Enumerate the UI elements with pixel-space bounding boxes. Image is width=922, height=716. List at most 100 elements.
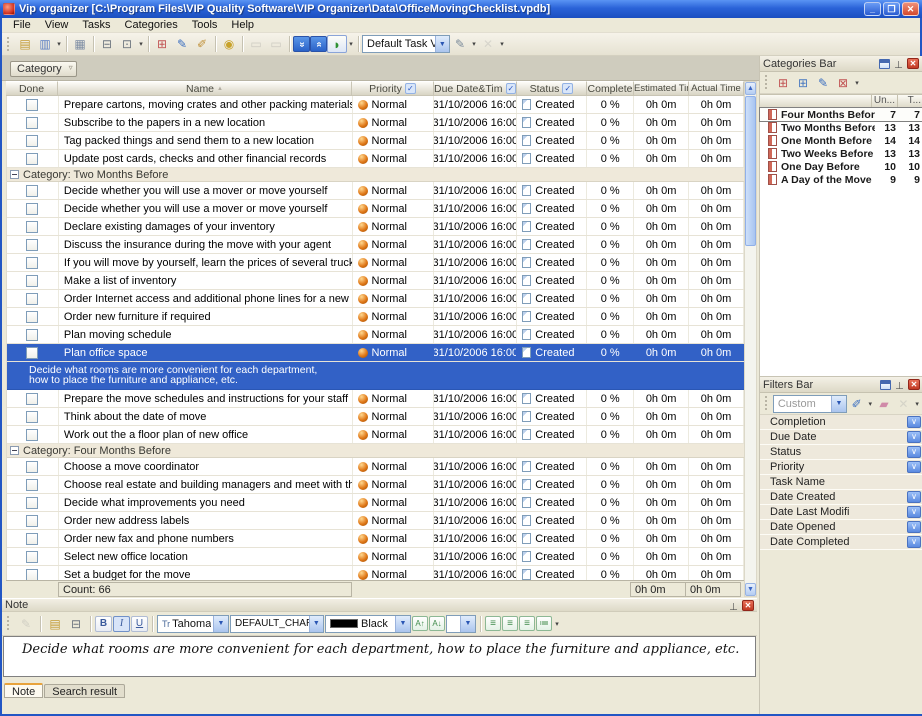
category-item[interactable]: One Month Before1414 — [760, 134, 922, 147]
category-item[interactable]: A Day of the Move99 — [760, 173, 922, 186]
column-header-complete[interactable]: Complete — [587, 81, 634, 96]
print-icon[interactable] — [97, 35, 117, 53]
bold-button[interactable]: B — [95, 616, 112, 632]
combo-arrow-icon[interactable] — [213, 616, 228, 632]
filter-row[interactable]: Date Created — [760, 490, 922, 505]
category-group-row[interactable]: Category: Four Months Before — [7, 444, 744, 458]
title-bar[interactable]: Vip organizer [C:\Program Files\VIP Qual… — [0, 0, 922, 18]
print-note-icon[interactable] — [66, 615, 86, 633]
scroll-up-icon[interactable] — [745, 82, 756, 95]
task-checkbox[interactable] — [26, 257, 38, 269]
task-view-combo[interactable]: Default Task V — [362, 35, 450, 53]
filter-row[interactable]: Status — [760, 445, 922, 460]
font-color-combo[interactable]: Black — [325, 615, 411, 633]
priority-filter-icon[interactable] — [405, 83, 416, 94]
filters-toolbar-overflow-icon[interactable] — [913, 400, 921, 408]
filter-expand-icon[interactable] — [907, 446, 921, 458]
edit-note-icon[interactable] — [16, 615, 36, 633]
categories-name-header[interactable] — [760, 95, 871, 107]
filter-row[interactable]: Date Opened — [760, 520, 922, 535]
scrollbar-thumb[interactable] — [745, 96, 756, 246]
categories-toolbar-overflow-icon[interactable] — [853, 79, 861, 87]
category-item[interactable]: Two Weeks Before1313 — [760, 147, 922, 160]
categories-bar-header[interactable]: Categories Bar — [760, 56, 922, 72]
task-row[interactable]: Select new office locationNormal31/10/20… — [7, 548, 744, 566]
task-checkbox[interactable] — [26, 293, 38, 305]
task-checkbox[interactable] — [26, 153, 38, 165]
menu-help[interactable]: Help — [224, 19, 261, 31]
column-header-done[interactable]: Done — [6, 81, 58, 96]
increase-font-icon[interactable]: A↑ — [412, 616, 428, 631]
filter-row[interactable]: Priority — [760, 460, 922, 475]
save-icon[interactable] — [70, 35, 90, 53]
collapse-group-icon[interactable] — [10, 170, 19, 179]
task-row[interactable]: Plan moving scheduleNormal31/10/2006 16:… — [7, 326, 744, 344]
filter-preset-combo[interactable]: Custom — [773, 395, 847, 413]
bullet-list-icon[interactable] — [536, 616, 552, 631]
task-row[interactable]: Think about the date of moveNormal31/10/… — [7, 408, 744, 426]
note-toolbar-overflow-icon[interactable] — [553, 620, 561, 628]
tab-search-result[interactable]: Search result — [44, 684, 125, 698]
task-checkbox[interactable] — [26, 515, 38, 527]
category-group-row[interactable]: Category: Two Months Before — [7, 168, 744, 182]
task-checkbox[interactable] — [26, 275, 38, 287]
print-preview-icon[interactable] — [117, 35, 137, 53]
column-header-status[interactable]: Status — [517, 81, 587, 96]
menu-tasks[interactable]: Tasks — [75, 19, 117, 31]
font-size-combo[interactable] — [446, 615, 476, 633]
current-view-icon[interactable] — [327, 35, 347, 53]
task-checkbox[interactable] — [26, 533, 38, 545]
tab-note[interactable]: Note — [4, 683, 43, 698]
collapse-group-icon[interactable] — [10, 446, 19, 455]
pin-icon[interactable] — [894, 379, 905, 390]
task-checkbox[interactable] — [26, 117, 38, 129]
task-checkbox[interactable] — [26, 551, 38, 563]
filter-row[interactable]: Completion — [760, 415, 922, 430]
column-header-estimated[interactable]: Estimated Time — [634, 81, 689, 96]
dock-icon[interactable] — [879, 59, 890, 69]
edit-task-icon[interactable] — [172, 35, 192, 53]
task-row[interactable]: Update post cards, checks and other fina… — [7, 150, 744, 168]
combo-arrow-icon[interactable] — [460, 616, 475, 632]
panel-close-icon[interactable] — [742, 600, 754, 611]
pin-icon[interactable] — [728, 600, 739, 611]
combo-arrow-icon[interactable] — [435, 36, 449, 52]
print-dropdown-icon[interactable] — [137, 40, 145, 48]
minimize-button[interactable]: _ — [864, 2, 881, 16]
delete-view-icon[interactable] — [478, 35, 498, 53]
task-checkbox[interactable] — [26, 347, 38, 359]
task-checkbox[interactable] — [26, 185, 38, 197]
task-checkbox[interactable] — [26, 461, 38, 473]
next-icon[interactable] — [266, 35, 286, 53]
column-header-priority[interactable]: Priority — [352, 81, 434, 96]
filter-expand-icon[interactable] — [907, 521, 921, 533]
char-style-combo[interactable]: DEFAULT_CHAR — [230, 615, 324, 633]
grid-vertical-scrollbar[interactable] — [744, 81, 757, 597]
note-panel-header[interactable]: Note — [2, 598, 757, 612]
new-task-icon[interactable] — [152, 35, 172, 53]
apply-view-icon[interactable] — [450, 35, 470, 53]
group-by-category-chip[interactable]: Category — [10, 61, 77, 77]
task-checkbox[interactable] — [26, 239, 38, 251]
combo-arrow-icon[interactable] — [309, 616, 323, 632]
filter-row[interactable]: Date Completed — [760, 535, 922, 550]
status-filter-icon[interactable] — [562, 83, 573, 94]
task-row[interactable]: If you will move by yourself, learn the … — [7, 254, 744, 272]
task-checkbox[interactable] — [26, 569, 38, 581]
filter-expand-icon[interactable] — [907, 416, 921, 428]
view-note-icon[interactable] — [219, 35, 239, 53]
apply-view-dropdown-icon[interactable] — [470, 40, 478, 48]
align-left-icon[interactable] — [485, 616, 501, 631]
task-checkbox[interactable] — [26, 329, 38, 341]
align-right-icon[interactable] — [519, 616, 535, 631]
categories-total-header[interactable]: T... — [897, 95, 922, 107]
menu-file[interactable]: File — [6, 19, 38, 31]
note-text-area[interactable]: Decide what rooms are more convenient fo… — [3, 636, 756, 677]
task-checkbox[interactable] — [26, 203, 38, 215]
task-checkbox[interactable] — [26, 221, 38, 233]
panel-close-icon[interactable] — [908, 379, 920, 390]
italic-button[interactable]: I — [113, 616, 130, 632]
new-record-dropdown-icon[interactable] — [55, 40, 63, 48]
task-checkbox[interactable] — [26, 479, 38, 491]
task-row[interactable]: Choose real estate and building managers… — [7, 476, 744, 494]
